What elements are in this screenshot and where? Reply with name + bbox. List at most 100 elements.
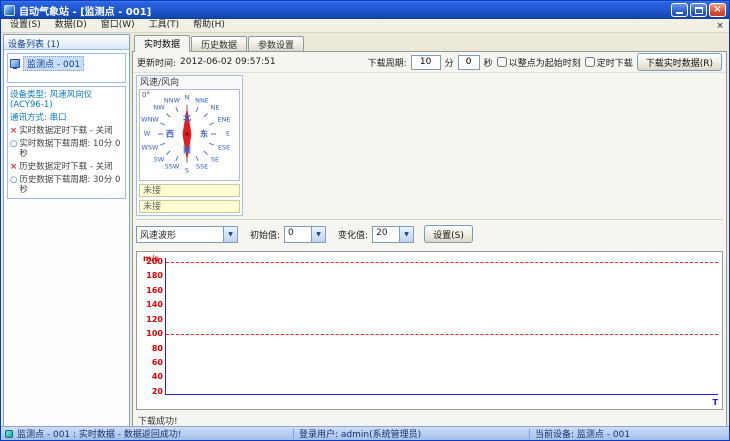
minimize-button[interactable] (671, 3, 688, 17)
download-realtime-button[interactable]: 下载实时数据(R) (636, 53, 722, 71)
monitor-icon (10, 59, 20, 69)
waveform-select[interactable]: 风速波形 ▼ (136, 225, 238, 243)
device-list-panel: 设备列表 (1) 监测点 - 001 设备类型: 风速风向仪(ACY96-1) … (3, 34, 130, 427)
maximize-button[interactable] (690, 3, 707, 17)
device-info-box: 设备类型: 风速风向仪(ACY96-1) 通讯方式: 串口 × 实时数据定时下载… (7, 86, 126, 199)
device-type-text: 设备类型: 风速风向仪(ACY96-1) (10, 90, 93, 110)
update-time-value: 2012-06-02 09:57:51 (180, 57, 276, 67)
update-time-label: 更新时间: (137, 58, 177, 69)
content-area: 设备列表 (1) 监测点 - 001 设备类型: 风速风向仪(ACY96-1) … (1, 33, 729, 428)
tab-realtime-data[interactable]: 实时数据 (134, 35, 191, 52)
menu-tools[interactable]: 工具(T) (142, 19, 187, 32)
sidebar-empty-area (4, 201, 129, 426)
realtime-tab-panel: 更新时间: 2012-06-02 09:57:51 下载周期: 分 秒 以整点为… (132, 51, 727, 427)
waveform-controls: 风速波形 ▼ 初始值: 0 ▼ 变化值: 20 ▼ 设置(S) (136, 225, 473, 243)
compass-label: W (143, 129, 151, 138)
reference-line-200 (166, 262, 718, 263)
init-value-select[interactable]: 0 ▼ (284, 225, 327, 243)
init-value: 0 (288, 227, 294, 238)
statusbar-device: 当前设备: 监测点 - 001 (535, 430, 631, 440)
mdi-close-icon[interactable]: × (713, 21, 727, 31)
history-timer-text: 历史数据定时下载 - 关闭 (19, 162, 113, 172)
wind-compass: 0° N NNE NE ENE E ESE SE SSE S SSW SW WS… (139, 89, 240, 181)
realtime-period-status: ○ 实时数据下载周期: 10分 0秒 (10, 139, 123, 159)
realtime-timer-status: × 实时数据定时下载 - 关闭 (10, 126, 123, 136)
minimize-icon (676, 12, 683, 14)
compass-label: SSW (164, 162, 180, 171)
realtime-toolbar: 更新时间: 2012-06-02 09:57:51 下载周期: 分 秒 以整点为… (133, 52, 726, 73)
y-tick: 80 (151, 344, 163, 353)
compass-label: S (184, 166, 190, 175)
timed-download-checkbox[interactable] (584, 57, 595, 67)
device-tree: 监测点 - 001 (7, 53, 126, 83)
compass-west-char: 西 (166, 129, 174, 139)
download-status-text: 下载成功! (138, 417, 178, 427)
window-title: 自动气象站 - [监测点 - 001] (19, 6, 152, 18)
compass-label: NNW (163, 96, 181, 105)
disabled-icon: × (10, 162, 18, 172)
compass-label: NNE (195, 96, 209, 105)
compass-label: SE (210, 155, 220, 164)
compass-label: WSW (141, 143, 159, 152)
y-tick: 180 (146, 271, 163, 280)
set-button[interactable]: 设置(S) (424, 225, 473, 243)
status-icon (5, 429, 13, 438)
y-tick: 200 (146, 257, 163, 266)
tabstrip: 实时数据 历史数据 参数设置 (132, 34, 727, 52)
y-tick: 160 (146, 286, 163, 295)
tree-item-device[interactable]: 监测点 - 001 (10, 56, 123, 71)
compass-label: WNW (141, 115, 159, 124)
chevron-down-icon[interactable]: ▼ (399, 226, 414, 242)
tree-item-label: 监测点 - 001 (23, 56, 85, 71)
x-axis-label: T (712, 398, 718, 407)
statusbar-message: 监测点 - 001 : 实时数据 - 数据返回成功! (17, 430, 182, 440)
compass-label: NW (153, 103, 165, 112)
reference-line-100 (166, 334, 718, 335)
menu-data[interactable]: 数据(D) (48, 19, 94, 32)
chevron-down-icon[interactable]: ▼ (311, 226, 326, 242)
tab-param-settings[interactable]: 参数设置 (248, 36, 305, 51)
menu-settings[interactable]: 设置(S) (3, 19, 48, 32)
y-tick: 100 (146, 329, 163, 338)
history-timer-status: × 历史数据定时下载 - 关闭 (10, 162, 123, 172)
wind-speed-value: 未接 (139, 184, 240, 197)
history-period-status: ○ 历史数据下载周期: 30分 0秒 (10, 175, 123, 195)
align-start-option: 以整点为起始时刻 (496, 56, 581, 69)
close-button[interactable]: × (709, 3, 726, 17)
align-start-label: 以整点为起始时刻 (508, 58, 581, 69)
wind-panel: 风速/风向 0° N NNE NE ENE E ESE SE SSE S SSW… (136, 75, 243, 216)
download-period-label: 下载周期: (367, 58, 407, 69)
main-area: 实时数据 历史数据 参数设置 更新时间: 2012-06-02 09:57:51… (132, 34, 727, 427)
tab-history-data[interactable]: 历史数据 (191, 36, 248, 51)
compass-label: E (225, 129, 231, 138)
x-axis-line (165, 394, 718, 395)
compass-east-char: 东 (200, 129, 208, 139)
init-value-label: 初始值: (250, 230, 281, 241)
delta-value-select[interactable]: 20 ▼ (372, 225, 415, 243)
align-start-checkbox[interactable] (496, 57, 507, 67)
disabled-icon: × (10, 126, 18, 136)
delta-value-label: 变化值: (338, 230, 369, 241)
compass-label: NE (210, 103, 220, 112)
menu-window[interactable]: 窗口(W) (94, 19, 142, 32)
realtime-body: 风速/风向 0° N NNE NE ENE E ESE SE SSE S SSW… (133, 73, 726, 427)
period-minutes-input[interactable] (410, 54, 441, 70)
device-list-header: 设备列表 (1) (4, 35, 129, 50)
statusbar: 监测点 - 001 : 实时数据 - 数据返回成功! 登录用户: admin(系… (1, 426, 729, 440)
app-window: 自动气象站 - [监测点 - 001] × 设置(S) 数据(D) 窗口(W) … (0, 0, 730, 441)
titlebar: 自动气象站 - [监测点 - 001] × (1, 1, 729, 19)
y-tick: 140 (146, 300, 163, 309)
wind-degree-value: 0° (142, 91, 150, 99)
download-controls: 下载周期: 分 秒 以整点为起始时刻 定时下载 下载实时 (368, 53, 722, 71)
y-tick: 120 (146, 315, 163, 324)
seconds-unit-label: 秒 (483, 58, 493, 69)
realtime-period-text: 实时数据下载周期: 10分 0秒 (19, 139, 121, 159)
compass-label: SW (153, 155, 165, 164)
app-icon (4, 4, 15, 16)
menu-help[interactable]: 帮助(H) (186, 19, 232, 32)
y-tick: 20 (151, 387, 163, 396)
period-seconds-input[interactable] (457, 54, 480, 70)
y-tick: 40 (151, 372, 163, 381)
chevron-down-icon[interactable]: ▼ (223, 226, 237, 242)
compass-label: ENE (217, 115, 231, 124)
